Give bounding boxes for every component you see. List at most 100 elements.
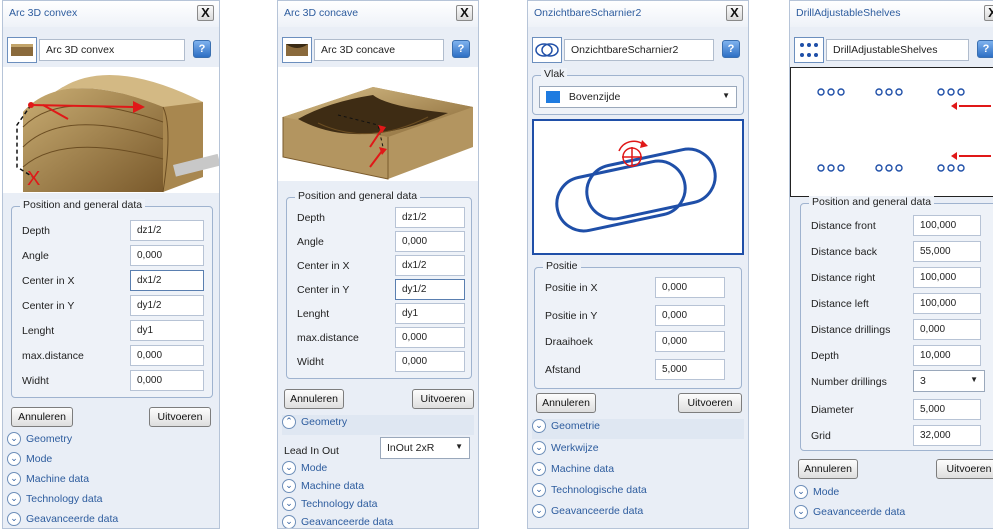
field-label: Center in Y [22, 300, 75, 312]
lead-in-out-label: Lead In Out [284, 445, 339, 457]
section-machine-data[interactable]: ⌄ Machine data [282, 479, 474, 499]
position-y-input[interactable]: 0,000 [655, 305, 725, 326]
cancel-button[interactable]: Annuleren [11, 407, 73, 427]
field-row: max.distance 0,000 [295, 326, 465, 350]
rotation-input[interactable]: 0,000 [655, 331, 725, 352]
close-button[interactable]: X [726, 5, 743, 21]
field-label: max.distance [22, 350, 84, 362]
operation-selector[interactable]: OnzichtbareScharnier2 ? [532, 37, 744, 63]
length-input[interactable]: dy1 [130, 320, 204, 341]
width-input[interactable]: 0,000 [130, 370, 204, 391]
field-row: Diameter 5,000 [809, 398, 991, 422]
section-label: Geavanceerde data [301, 515, 394, 528]
dropdown-arrow-icon: ▼ [455, 442, 463, 451]
length-input[interactable]: dy1 [395, 303, 465, 324]
close-button[interactable]: X [456, 5, 473, 21]
field-row: Distance left 100,000 [809, 292, 991, 316]
field-label: Distance left [811, 298, 869, 310]
section-geometrie[interactable]: ⌄ Geometrie [532, 419, 744, 439]
vlak-group: Vlak Bovenzijde ▼ [532, 68, 744, 115]
section-machine-data[interactable]: ⌄ Machine data [7, 472, 215, 492]
field-row: Distance drillings 0,000 [809, 318, 991, 342]
angle-input[interactable]: 0,000 [395, 231, 465, 252]
selector-name: Arc 3D concave [314, 39, 444, 61]
center-y-input[interactable]: dy1/2 [395, 279, 465, 300]
section-werkwijze[interactable]: ⌄ Werkwijze [532, 441, 744, 461]
cancel-button[interactable]: Annuleren [284, 389, 344, 409]
section-label: Geometrie [551, 419, 601, 432]
section-label: Technologische data [551, 483, 647, 496]
panel-arc-3d-convex: Arc 3D convex X Arc 3D convex ? X Positi… [2, 0, 220, 529]
execute-button[interactable]: Uitvoeren [936, 459, 993, 479]
section-label: Geometry [26, 432, 73, 445]
chevron-down-icon: ⌄ [532, 462, 546, 476]
section-advanced-data[interactable]: ⌄ Geavanceerde data [282, 515, 474, 528]
section-machine-data[interactable]: ⌄ Machine data [532, 462, 744, 482]
position-x-input[interactable]: 0,000 [655, 277, 725, 298]
section-label: Mode [26, 452, 53, 465]
distance-drillings-input[interactable]: 0,000 [913, 319, 981, 340]
section-mode[interactable]: ⌄ Mode [794, 485, 989, 505]
grid-input[interactable]: 32,000 [913, 425, 981, 446]
operation-selector[interactable]: Arc 3D convex ? [7, 37, 215, 63]
distance-back-input[interactable]: 55,000 [913, 241, 981, 262]
help-icon[interactable]: ? [193, 40, 211, 58]
section-advanced-data[interactable]: ⌄ Geavanceerde data [794, 505, 989, 525]
help-icon[interactable]: ? [452, 40, 470, 58]
field-row: Center in Y dy1/2 [295, 278, 465, 302]
section-mode[interactable]: ⌄ Mode [7, 452, 215, 472]
field-row: Distance front 100,000 [809, 214, 991, 238]
field-row: Distance right 100,000 [809, 266, 991, 290]
operation-selector[interactable]: Arc 3D concave ? [282, 37, 474, 63]
angle-input[interactable]: 0,000 [130, 245, 204, 266]
max-distance-input[interactable]: 0,000 [395, 327, 465, 348]
section-mode[interactable]: ⌄ Mode [282, 461, 474, 481]
field-row: Number drillings 3 ▼ [809, 370, 991, 394]
cancel-button[interactable]: Annuleren [798, 459, 858, 479]
max-distance-input[interactable]: 0,000 [130, 345, 204, 366]
center-x-input[interactable]: dx1/2 [395, 255, 465, 276]
section-geometry[interactable]: ⌄ Geometry [7, 432, 215, 452]
help-icon[interactable]: ? [977, 40, 993, 58]
execute-button[interactable]: Uitvoeren [149, 407, 211, 427]
depth-input[interactable]: 10,000 [913, 345, 981, 366]
section-advanced-data[interactable]: ⌄ Geavanceerde data [7, 512, 215, 528]
chevron-down-icon: ⌄ [7, 512, 21, 526]
center-y-input[interactable]: dy1/2 [130, 295, 204, 316]
width-input[interactable]: 0,000 [395, 351, 465, 372]
cancel-button[interactable]: Annuleren [536, 393, 596, 413]
distance-left-input[interactable]: 100,000 [913, 293, 981, 314]
section-technology-data[interactable]: ⌄ Technology data [7, 492, 215, 512]
depth-input[interactable]: dz1/2 [395, 207, 465, 228]
execute-button[interactable]: Uitvoeren [412, 389, 474, 409]
center-x-input[interactable]: dx1/2 [130, 270, 204, 291]
field-row: Lenght dy1 [295, 302, 465, 326]
close-button[interactable]: X [197, 5, 214, 21]
section-technology-data[interactable]: ⌄ Technologische data [532, 483, 744, 503]
field-label: Center in X [297, 260, 350, 272]
distance-right-input[interactable]: 100,000 [913, 267, 981, 288]
close-button[interactable]: X [984, 5, 993, 21]
depth-input[interactable]: dz1/2 [130, 220, 204, 241]
arc-convex-illustration: X [16, 75, 219, 193]
distance-front-input[interactable]: 100,000 [913, 215, 981, 236]
field-row: Positie in Y 0,000 [543, 304, 733, 328]
help-icon[interactable]: ? [722, 40, 740, 58]
number-drillings-select[interactable]: 3 ▼ [913, 370, 985, 392]
group-title: Position and general data [809, 196, 935, 208]
operation-selector[interactable]: DrillAdjustableShelves ? [794, 37, 993, 63]
chevron-up-icon: ⌃ [282, 415, 296, 429]
arc-convex-thumb-icon [7, 37, 37, 63]
distance-input[interactable]: 5,000 [655, 359, 725, 380]
chevron-down-icon: ⌄ [794, 485, 808, 499]
vlak-select[interactable]: Bovenzijde ▼ [539, 86, 737, 108]
field-row: Depth 10,000 [809, 344, 991, 368]
section-advanced-data[interactable]: ⌄ Geavanceerde data [532, 504, 744, 524]
section-technology-data[interactable]: ⌄ Technology data [282, 497, 474, 517]
color-swatch [546, 91, 560, 104]
lead-in-out-select[interactable]: InOut 2xR ▼ [380, 437, 470, 459]
diameter-input[interactable]: 5,000 [913, 399, 981, 420]
field-label: Lenght [297, 308, 330, 320]
section-geometry[interactable]: ⌃ Geometry [282, 415, 474, 435]
execute-button[interactable]: Uitvoeren [678, 393, 742, 413]
